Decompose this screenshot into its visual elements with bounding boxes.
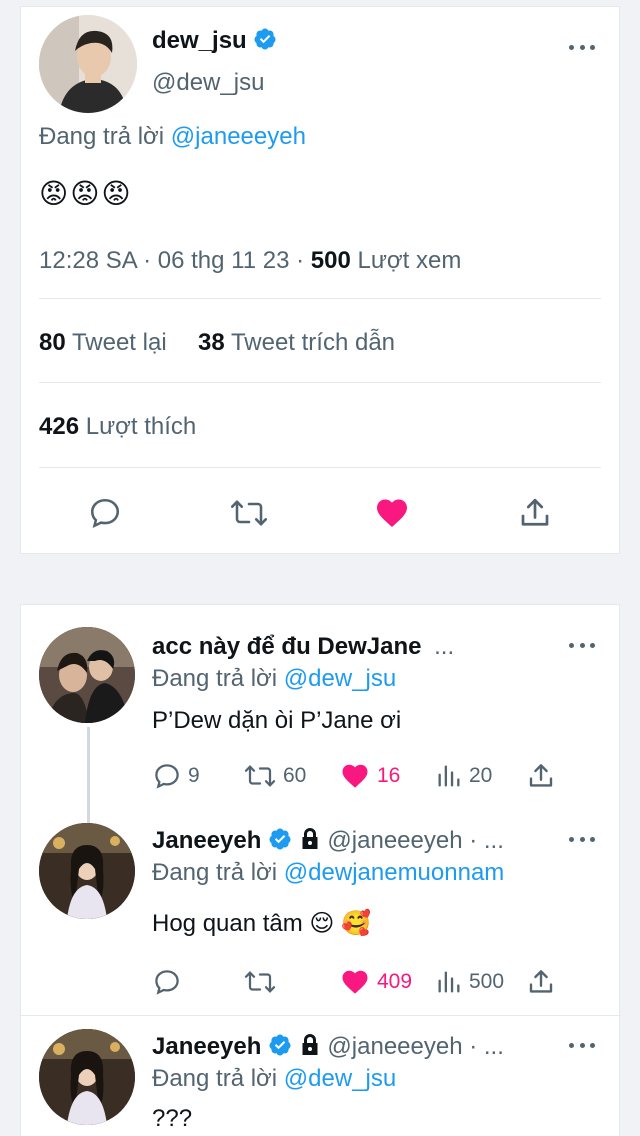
more-options-icon[interactable] bbox=[569, 43, 595, 51]
avatar[interactable] bbox=[39, 627, 135, 723]
divider bbox=[39, 467, 601, 468]
handle[interactable]: @dew_jsu bbox=[152, 69, 264, 97]
share-button[interactable] bbox=[526, 761, 556, 791]
avatar[interactable] bbox=[39, 1029, 135, 1125]
views-count: 500 bbox=[310, 247, 351, 274]
replying-prefix: Đang trả lời bbox=[39, 123, 165, 150]
divider bbox=[39, 298, 601, 299]
heart-filled-icon bbox=[377, 499, 407, 527]
meta-separator: · bbox=[296, 247, 305, 274]
replying-to-link[interactable]: @janeeeyeh bbox=[171, 123, 306, 150]
retweets-count: 80 bbox=[39, 329, 66, 356]
replying-to-link[interactable]: @dew_jsu bbox=[284, 665, 396, 692]
handle[interactable]: @janeeeyeh · ... bbox=[327, 1033, 503, 1060]
share-button[interactable] bbox=[526, 967, 556, 997]
tweet-text: Hog quan tâm 😌 🥰 bbox=[152, 910, 371, 937]
avatar[interactable] bbox=[39, 15, 137, 113]
views-count: 20 bbox=[469, 764, 493, 787]
replying-prefix: Đang trả lời bbox=[152, 665, 278, 692]
share-icon bbox=[521, 498, 549, 526]
views-button[interactable]: 500 bbox=[435, 967, 504, 997]
more-options-icon[interactable] bbox=[569, 835, 595, 843]
reply-icon bbox=[155, 764, 179, 789]
quotes-label: Tweet trích dẫn bbox=[230, 329, 396, 356]
like-button[interactable]: 16 bbox=[339, 761, 400, 791]
display-name[interactable]: dew_jsu bbox=[152, 27, 247, 54]
likes-count: 426 bbox=[39, 413, 80, 440]
more-options-icon[interactable] bbox=[569, 1041, 595, 1049]
views-label: Lượt xem bbox=[357, 247, 462, 274]
like-button[interactable]: 409 bbox=[339, 967, 412, 997]
lock-icon bbox=[302, 828, 318, 849]
retweet-count: 60 bbox=[283, 764, 307, 787]
handle[interactable]: @janeeeyeh · ... bbox=[327, 827, 503, 854]
like-count: 409 bbox=[377, 970, 413, 993]
likes-stat[interactable]: 426 Lượt thích bbox=[39, 413, 196, 441]
like-button[interactable] bbox=[373, 495, 411, 531]
views-chart-icon bbox=[438, 765, 460, 787]
reply-icon bbox=[155, 970, 179, 995]
display-name-text: acc này để đu DewJane bbox=[152, 633, 422, 660]
display-name[interactable]: Janeeyeh bbox=[152, 827, 261, 854]
verified-badge-icon bbox=[254, 28, 276, 50]
replying-to-link[interactable]: @dewjanemuonnam bbox=[284, 859, 505, 886]
display-name[interactable]: acc này để đu DewJane ... bbox=[152, 633, 454, 661]
retweet-button[interactable] bbox=[243, 967, 283, 997]
tweet-date[interactable]: 06 thg 11 23 bbox=[158, 247, 290, 274]
views-count: 500 bbox=[469, 970, 505, 993]
lock-icon bbox=[302, 1034, 318, 1055]
reply-button[interactable] bbox=[152, 967, 188, 997]
views-button[interactable]: 20 bbox=[435, 761, 492, 791]
reply-icon bbox=[90, 498, 120, 529]
quote-stat[interactable]: 38 Tweet trích dẫn bbox=[198, 329, 395, 356]
reply-count: 9 bbox=[188, 764, 200, 787]
thread-line bbox=[87, 727, 90, 823]
retweet-button[interactable] bbox=[229, 495, 269, 531]
likes-label: Lượt thích bbox=[85, 413, 197, 440]
display-name[interactable]: Janeeyeh bbox=[152, 1033, 261, 1060]
retweet-icon bbox=[244, 971, 276, 993]
like-count: 16 bbox=[377, 764, 401, 787]
verified-badge-icon bbox=[269, 1034, 291, 1056]
verified-badge-icon bbox=[269, 828, 291, 850]
tweet-time[interactable]: 12:28 SA bbox=[39, 247, 136, 274]
meta-separator: · bbox=[143, 247, 152, 274]
retweet-button[interactable]: 60 bbox=[243, 761, 306, 791]
main-tweet-card: dew_jsu @dew_jsu Đang trả lời @janeeeyeh… bbox=[20, 6, 620, 554]
handle-truncated: ... bbox=[434, 633, 455, 660]
reply-button[interactable] bbox=[87, 495, 123, 531]
tweet-text: ??? bbox=[152, 1105, 193, 1132]
share-icon bbox=[529, 764, 553, 787]
replying-prefix: Đang trả lời bbox=[152, 1065, 278, 1092]
heart-filled-icon bbox=[342, 970, 368, 994]
retweet-stat[interactable]: 80 Tweet lại bbox=[39, 329, 173, 356]
more-options-icon[interactable] bbox=[569, 641, 595, 649]
quotes-count: 38 bbox=[198, 329, 225, 356]
tweet-text: P’Dew dặn òi P’Jane ơi bbox=[152, 707, 402, 734]
reply-button[interactable]: 9 bbox=[152, 761, 200, 791]
divider bbox=[21, 1015, 621, 1016]
share-icon bbox=[529, 970, 553, 993]
avatar[interactable] bbox=[39, 823, 135, 919]
share-button[interactable] bbox=[517, 495, 553, 531]
tweet-text: 😡😡😡 bbox=[39, 178, 133, 209]
replying-prefix: Đang trả lời bbox=[152, 859, 278, 886]
retweet-icon bbox=[230, 500, 268, 526]
replying-to-link[interactable]: @dew_jsu bbox=[284, 1065, 396, 1092]
heart-filled-icon bbox=[342, 764, 368, 788]
divider bbox=[39, 382, 601, 383]
views-chart-icon bbox=[438, 971, 460, 993]
retweet-icon bbox=[244, 765, 276, 787]
replies-card: acc này để đu DewJane ... Đang trả lời @… bbox=[20, 604, 621, 1136]
retweets-label: Tweet lại bbox=[71, 329, 167, 356]
